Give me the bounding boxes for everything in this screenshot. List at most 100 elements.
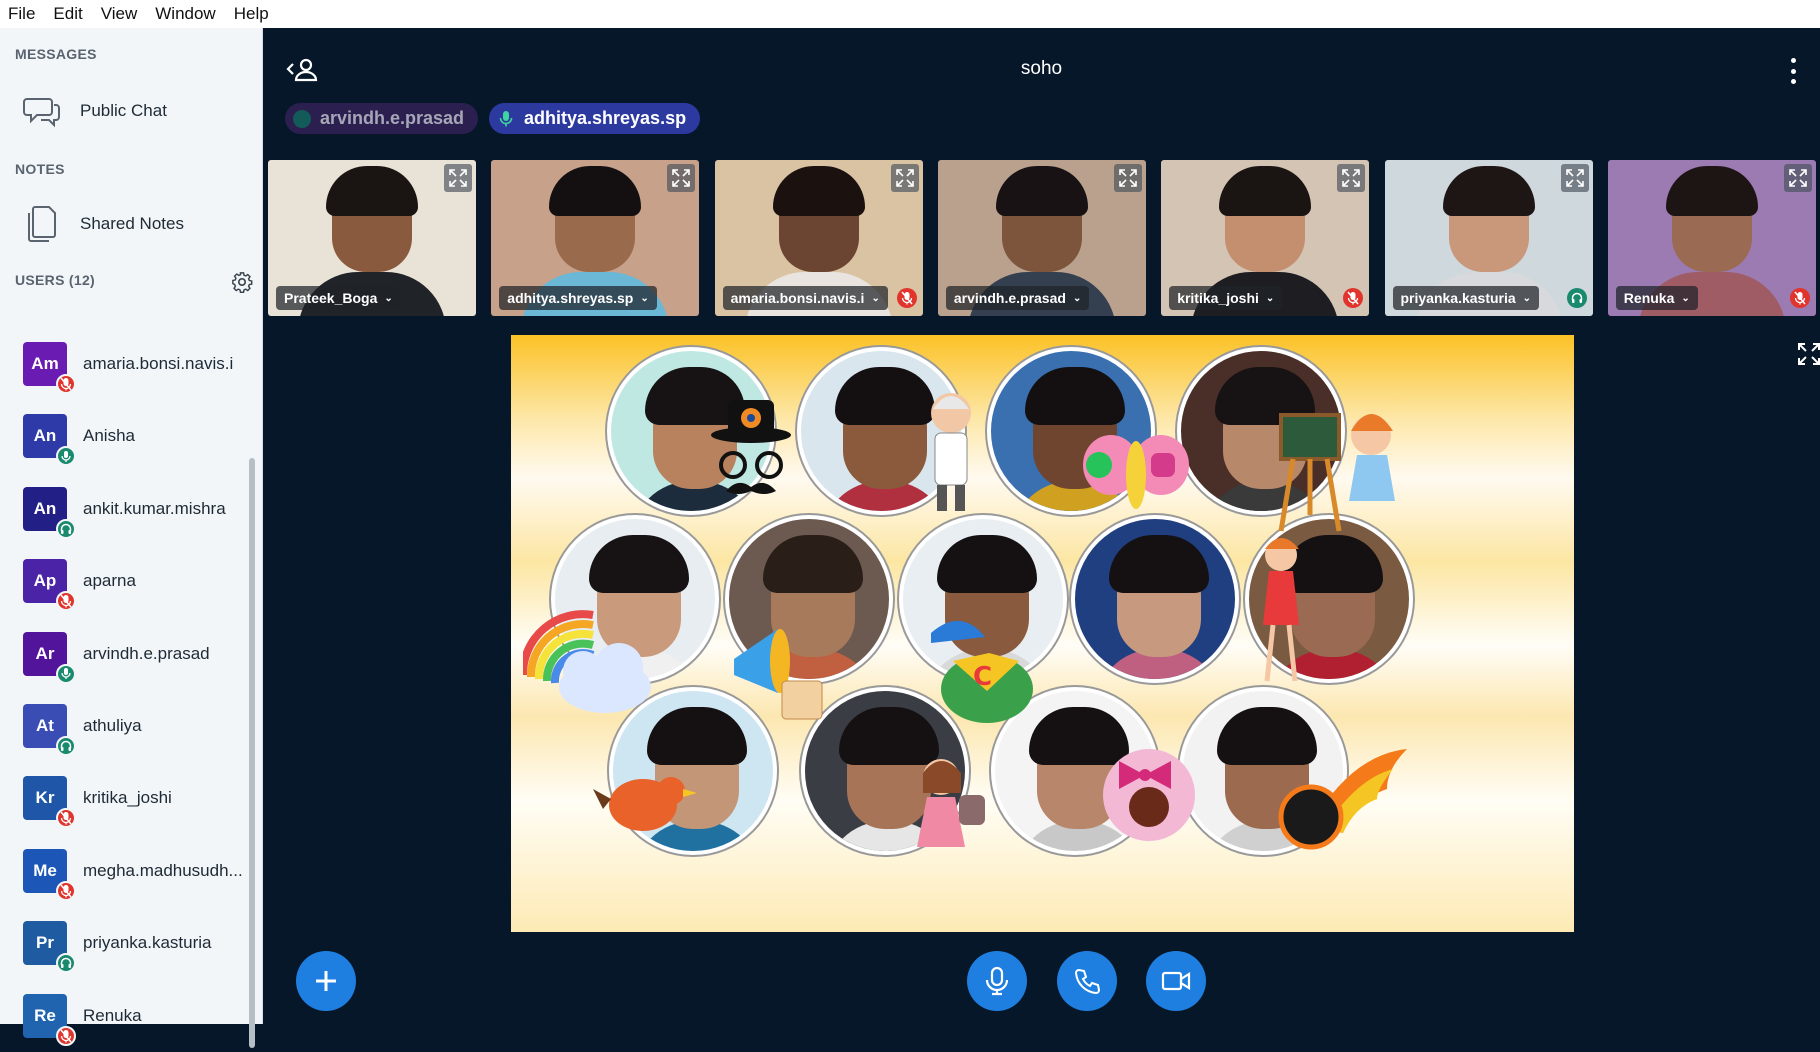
talker-indicator-icon — [293, 109, 311, 128]
screenshare-view[interactable]: C — [511, 335, 1574, 932]
microphone-icon — [497, 110, 515, 128]
talker-chip-adhitya[interactable]: adhitya.shreyas.sp — [489, 103, 701, 134]
bird-sticker-icon — [591, 755, 701, 850]
fullscreen-icon[interactable] — [1560, 164, 1589, 192]
mute-microphone-button[interactable] — [967, 951, 1027, 1011]
user-row[interactable]: Am amaria.bonsi.navis.i — [0, 333, 248, 395]
megaphone-sticker-icon — [726, 615, 836, 730]
video-tile[interactable]: kritika_joshi ⌄ — [1161, 160, 1370, 316]
video-tile[interactable]: adhitya.shreyas.sp ⌄ — [491, 160, 700, 316]
bow-avatar-sticker-icon — [1091, 735, 1201, 850]
user-list[interactable]: Am amaria.bonsi.navis.i An Anisha An ankit.ku… — [0, 333, 262, 1052]
user-list-scrollbar[interactable] — [249, 458, 255, 1048]
menu-window[interactable]: Window — [155, 4, 215, 24]
muted-mic-icon — [1789, 288, 1810, 308]
avatar: Ap — [23, 559, 76, 612]
meeting-title: soho — [1020, 58, 1063, 79]
avatar: Re — [23, 993, 76, 1046]
user-name: Renuka — [83, 1005, 142, 1025]
doctor-sticker-icon — [921, 387, 981, 522]
menu-file[interactable]: File — [8, 4, 35, 24]
fullscreen-icon[interactable] — [890, 164, 919, 192]
video-name: kritika_joshi — [1177, 290, 1259, 306]
fullscreen-icon[interactable] — [667, 164, 696, 192]
muted-mic-icon — [56, 880, 76, 901]
app-menubar: File Edit View Window Help — [0, 0, 1820, 28]
messages-section-title: MESSAGES — [15, 46, 97, 62]
video-person-hair — [326, 166, 418, 216]
butterfly-sticker-icon — [1081, 425, 1191, 530]
video-tile[interactable]: arvindh.e.prasad ⌄ — [937, 160, 1146, 316]
microphone-icon — [985, 966, 1009, 996]
video-name-dropdown[interactable]: priyanka.kasturia ⌄ — [1392, 286, 1540, 310]
user-name: aparna — [83, 571, 136, 591]
user-row[interactable]: Ap aparna — [0, 550, 248, 612]
phone-icon — [1074, 968, 1101, 995]
hat-glasses-sticker-icon — [706, 395, 796, 510]
video-name: Renuka — [1623, 290, 1675, 306]
public-chat-link[interactable]: Public Chat — [0, 83, 262, 139]
headphones-icon — [1566, 288, 1587, 308]
leave-audio-button[interactable] — [1057, 951, 1117, 1011]
user-row[interactable]: An ankit.kumar.mishra — [0, 478, 248, 540]
fullscreen-icon[interactable] — [1337, 164, 1366, 192]
user-row[interactable]: At athuliya — [0, 695, 248, 757]
fairy-girl-sticker-icon — [901, 755, 991, 890]
user-name: Anisha — [83, 426, 135, 446]
avatar-initials: Me — [33, 860, 57, 880]
user-row[interactable]: Me megha.madhusudh... — [0, 840, 248, 902]
user-row[interactable]: Pr priyanka.kasturia — [0, 912, 248, 974]
avatar-initials: Ap — [33, 571, 57, 591]
video-name-dropdown[interactable]: amaria.bonsi.navis.i ⌄ — [722, 286, 888, 310]
camera-icon — [1161, 971, 1191, 991]
share-webcam-button[interactable] — [1146, 951, 1206, 1011]
video-tile[interactable]: amaria.bonsi.navis.i ⌄ — [714, 160, 923, 316]
actions-plus-button[interactable] — [296, 951, 356, 1011]
video-person-hair — [549, 166, 642, 216]
main-area: soho arvindh.e.prasad adhitya.shreyas.sp… — [263, 28, 1820, 1024]
video-name-dropdown[interactable]: arvindh.e.prasad ⌄ — [945, 286, 1090, 310]
user-row[interactable]: Re Renuka — [0, 985, 248, 1047]
video-name-dropdown[interactable]: adhitya.shreyas.sp ⌄ — [499, 286, 657, 310]
menu-edit[interactable]: Edit — [53, 4, 82, 24]
sidebar: MESSAGES Public Chat NOTES Shared Notes … — [0, 28, 263, 1048]
user-name: priyanka.kasturia — [83, 933, 212, 953]
svg-text:C: C — [973, 662, 992, 692]
user-name: kritika_joshi — [83, 788, 172, 808]
user-row[interactable]: An Anisha — [0, 405, 248, 467]
fullscreen-icon[interactable] — [1796, 341, 1820, 367]
muted-mic-icon — [56, 374, 76, 394]
cartoon-girl-sticker-icon — [1251, 535, 1311, 690]
talker-chip-arvindh[interactable]: arvindh.e.prasad — [285, 103, 479, 134]
video-name-dropdown[interactable]: Renuka ⌄ — [1615, 286, 1698, 310]
gear-icon[interactable] — [231, 271, 253, 293]
muted-mic-icon — [1343, 288, 1364, 308]
profile-photo-circle — [1071, 515, 1239, 683]
menu-help[interactable]: Help — [234, 4, 269, 24]
chevron-down-icon: ⌄ — [640, 292, 649, 304]
video-name-dropdown[interactable]: Prateek_Boga ⌄ — [276, 286, 401, 310]
video-tile[interactable]: priyanka.kasturia ⌄ — [1384, 160, 1593, 316]
video-tile[interactable]: Renuka ⌄ — [1607, 160, 1816, 316]
fullscreen-icon[interactable] — [444, 164, 472, 192]
user-name: amaria.bonsi.navis.i — [83, 354, 234, 373]
shared-notes-link[interactable]: Shared Notes — [0, 196, 262, 252]
video-name-dropdown[interactable]: kritika_joshi ⌄ — [1169, 286, 1283, 310]
user-row[interactable]: Kr kritika_joshi — [0, 767, 248, 829]
chevron-down-icon: ⌄ — [384, 292, 393, 304]
avatar-initials: Kr — [35, 788, 55, 808]
user-name: athuliya — [83, 716, 142, 735]
fullscreen-icon[interactable] — [1113, 164, 1142, 192]
muted-mic-icon — [896, 288, 917, 308]
user-row[interactable]: Ar arvindh.e.prasad — [0, 623, 248, 685]
chevron-down-icon: ⌄ — [871, 292, 880, 304]
more-options-icon[interactable] — [1788, 58, 1798, 84]
document-icon — [22, 204, 62, 244]
video-tile[interactable]: Prateek_Boga ⌄ — [268, 160, 476, 316]
avatar-initials: At — [36, 716, 54, 735]
menu-view[interactable]: View — [101, 4, 138, 24]
fullscreen-icon[interactable] — [1783, 164, 1812, 192]
headphones-icon — [56, 518, 76, 539]
video-name: arvindh.e.prasad — [953, 290, 1066, 306]
chevron-down-icon: ⌄ — [1522, 292, 1532, 304]
